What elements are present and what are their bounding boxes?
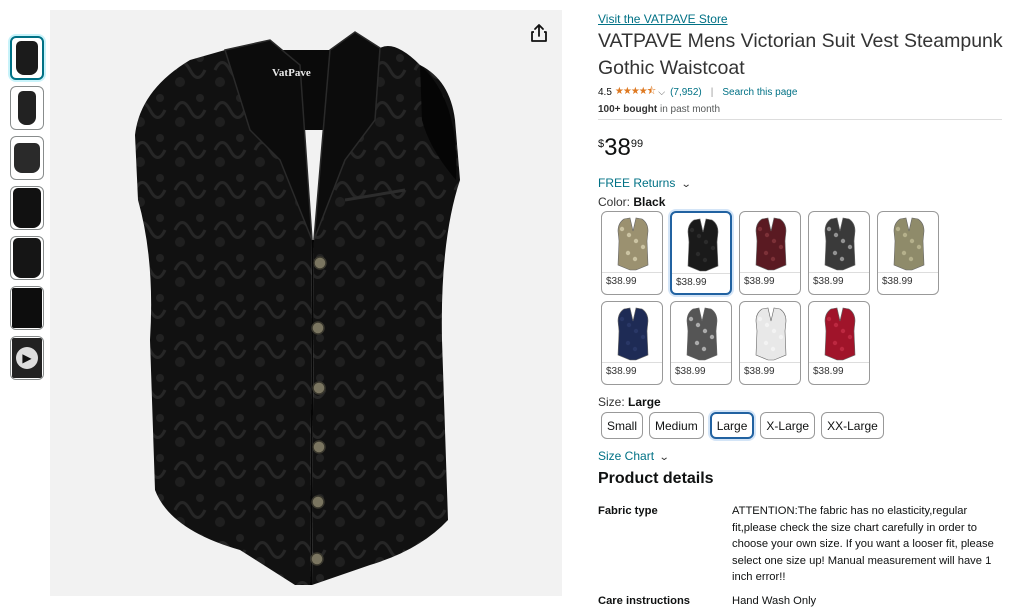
swatch-price: $38.99 [744, 366, 775, 377]
swatch-divider [878, 272, 938, 273]
swatch-price: $38.99 [813, 366, 844, 377]
swatch-divider [672, 273, 730, 274]
vest-swatch-icon [824, 307, 856, 361]
color-swatch[interactable]: $38.99 [808, 301, 870, 385]
price-fraction: 99 [630, 138, 644, 150]
swatch-price: $38.99 [606, 366, 637, 377]
swatch-price: $38.99 [744, 276, 775, 287]
thumbnail-list: ▶ [10, 36, 46, 386]
color-swatch[interactable]: $38.99 [601, 211, 663, 295]
vest-swatch-icon [686, 307, 718, 361]
swatch-price: $38.99 [675, 366, 706, 377]
swatch-divider [809, 272, 869, 273]
detail-value: Hand Wash Only [732, 595, 817, 607]
separator: | [710, 87, 714, 98]
color-swatch[interactable]: $38.99 [670, 211, 732, 295]
size-options: Small Medium Large X-Large XX-Large [601, 412, 884, 439]
price-symbol: $ [598, 138, 605, 150]
swatch-divider [602, 272, 662, 273]
detail-key: Care instructions [598, 595, 691, 607]
color-swatch[interactable]: $38.99 [808, 211, 870, 295]
size-chart-link[interactable]: Size Chart ⌄ [598, 449, 671, 463]
vest-swatch-icon [617, 217, 649, 271]
swatch-price: $38.99 [676, 277, 707, 288]
product-details-title: Product details [598, 470, 714, 487]
brand-label: VatPave [272, 67, 311, 79]
review-count-link[interactable]: (7,952) [670, 87, 702, 98]
price-whole: 38 [604, 134, 631, 161]
color-swatch[interactable]: $38.99 [739, 301, 801, 385]
thumbnail-4[interactable] [10, 186, 44, 230]
size-option-button[interactable]: Small [601, 412, 644, 439]
thumbnail-1[interactable] [10, 36, 44, 80]
rating-value: 4.5 [598, 87, 612, 98]
chevron-down-icon: ⌄ [659, 452, 671, 463]
rating-row: 4.5 ★★★★⯪ ⌵ (7,952) | Search this page [598, 84, 797, 101]
color-swatch[interactable]: $38.99 [739, 211, 801, 295]
vest-swatch-icon [617, 307, 649, 361]
size-label: Size: Large [598, 395, 661, 409]
swatch-divider [809, 362, 869, 363]
size-label-text: Size: [598, 395, 629, 409]
share-icon[interactable] [528, 22, 550, 44]
color-label: Color: Black [598, 195, 665, 209]
vest-swatch-icon [824, 217, 856, 271]
main-product-image[interactable]: VatPave [50, 10, 562, 596]
swatch-price: $38.99 [606, 276, 637, 287]
chevron-down-icon: ⌄ [680, 179, 692, 190]
size-option-button[interactable]: XX-Large [821, 412, 884, 439]
vest-swatch-icon [687, 218, 719, 272]
chevron-down-icon[interactable]: ⌵ [658, 87, 665, 98]
detail-value: ATTENTION:The fabric has no elasticity,r… [732, 505, 994, 583]
vest-image: VatPave [135, 31, 460, 586]
bought-count: 100+ bought [598, 104, 658, 115]
swatch-divider [671, 362, 731, 363]
price: $3899 [598, 134, 643, 162]
free-returns-link[interactable]: FREE Returns ⌄ [598, 176, 692, 190]
product-title: VATPAVE Mens Victorian Suit Vest Steampu… [598, 30, 1003, 79]
size-chart-label: Size Chart [598, 449, 655, 463]
swatch-price: $38.99 [813, 276, 844, 287]
free-returns-label: FREE Returns [598, 176, 676, 190]
vest-swatch-icon [893, 217, 925, 271]
thumbnail-5[interactable] [10, 236, 44, 280]
bought-period: in past month [657, 104, 720, 115]
divider [598, 119, 1002, 120]
size-option-button[interactable]: X-Large [760, 412, 816, 439]
search-page-link[interactable]: Search this page [722, 87, 797, 98]
star-rating-icon[interactable]: ★★★★⯪ [615, 84, 656, 101]
thumbnail-video[interactable]: ▶ [10, 336, 44, 380]
swatch-divider [740, 272, 800, 273]
swatch-price: $38.99 [882, 276, 913, 287]
detail-key: Fabric type [598, 505, 658, 517]
color-label-text: Color: [598, 195, 634, 209]
color-swatch[interactable]: $38.99 [601, 301, 663, 385]
thumbnail-3[interactable] [10, 136, 44, 180]
color-selected: Black [633, 195, 666, 209]
thumbnail-6[interactable] [10, 286, 44, 330]
swatch-divider [740, 362, 800, 363]
color-swatch[interactable]: $38.99 [670, 301, 732, 385]
store-link[interactable]: Visit the VATPAVE Store [598, 12, 728, 26]
size-option-button[interactable]: Medium [649, 412, 704, 439]
bought-info: 100+ bought in past month [598, 104, 720, 115]
play-icon: ▶ [16, 347, 38, 369]
vest-swatch-icon [755, 217, 787, 271]
size-selected: Large [628, 395, 661, 409]
thumbnail-2[interactable] [10, 86, 44, 130]
color-swatch[interactable]: $38.99 [877, 211, 939, 295]
vest-swatch-icon [755, 307, 787, 361]
swatch-divider [602, 362, 662, 363]
size-option-button[interactable]: Large [709, 412, 755, 439]
